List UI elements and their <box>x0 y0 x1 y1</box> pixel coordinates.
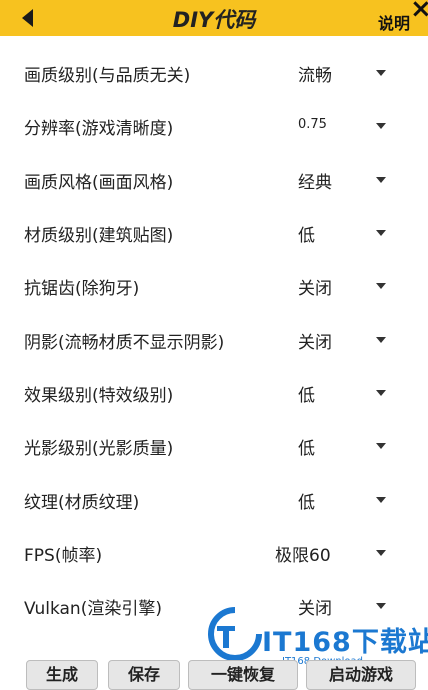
help-button[interactable]: 说明 <box>378 10 410 34</box>
setting-value: 经典 <box>298 173 332 193</box>
setting-value: 关闭 <box>298 279 332 299</box>
setting-value: 低 <box>298 439 315 459</box>
setting-row-effect-level[interactable]: 效果级别(特效级别) 低 <box>0 373 428 413</box>
page-title: DIY代码 <box>172 8 256 32</box>
setting-row-light-level[interactable]: 光影级别(光影质量) 低 <box>0 426 428 466</box>
setting-value: 极限60 <box>275 546 331 566</box>
dropdown-caret-icon[interactable] <box>376 443 386 449</box>
top-bar: DIY代码 说明 × <box>0 0 428 36</box>
dropdown-caret-icon[interactable] <box>376 390 386 396</box>
setting-label: 纹理(材质纹理) <box>24 493 140 513</box>
setting-row-texture-level[interactable]: 材质级别(建筑贴图) 低 <box>0 213 428 253</box>
close-icon[interactable]: × <box>410 0 428 24</box>
dropdown-caret-icon[interactable] <box>376 70 386 76</box>
setting-label: 效果级别(特效级别) <box>24 386 174 406</box>
setting-row-anti-aliasing[interactable]: 抗锯齿(除狗牙) 关闭 <box>0 266 428 306</box>
setting-label: 画质级别(与品质无关) <box>24 66 191 86</box>
launch-game-button[interactable]: 启动游戏 <box>306 660 416 690</box>
setting-label: 画质风格(画面风格) <box>24 173 174 193</box>
watermark-logo-icon <box>208 607 262 661</box>
setting-row-fps[interactable]: FPS(帧率) 极限60 <box>0 533 428 573</box>
setting-value: 低 <box>298 226 315 246</box>
setting-row-quality-level[interactable]: 画质级别(与品质无关) 流畅 <box>0 53 428 93</box>
setting-value: 流畅 <box>298 66 332 86</box>
dropdown-caret-icon[interactable] <box>376 550 386 556</box>
dropdown-caret-icon[interactable] <box>376 123 386 129</box>
setting-value: 关闭 <box>298 333 332 353</box>
setting-row-resolution[interactable]: 分辨率(游戏清晰度) 0.75 <box>0 106 428 146</box>
setting-label: FPS(帧率) <box>24 546 103 566</box>
restore-button[interactable]: 一键恢复 <box>188 660 298 690</box>
dropdown-caret-icon[interactable] <box>376 283 386 289</box>
save-button[interactable]: 保存 <box>108 660 180 690</box>
setting-label: Vulkan(渲染引擎) <box>24 599 162 619</box>
setting-value: 低 <box>298 386 315 406</box>
setting-label: 材质级别(建筑贴图) <box>24 226 174 246</box>
dropdown-caret-icon[interactable] <box>376 230 386 236</box>
dropdown-caret-icon[interactable] <box>376 603 386 609</box>
dropdown-caret-icon[interactable] <box>376 177 386 183</box>
setting-label: 阴影(流畅材质不显示阴影) <box>24 333 225 353</box>
dropdown-caret-icon[interactable] <box>376 337 386 343</box>
setting-value: 低 <box>298 493 315 513</box>
setting-row-shadow[interactable]: 阴影(流畅材质不显示阴影) 关闭 <box>0 320 428 360</box>
setting-label: 抗锯齿(除狗牙) <box>24 279 140 299</box>
setting-value: 关闭 <box>298 599 332 619</box>
setting-value: 0.75 <box>298 117 327 132</box>
setting-row-quality-style[interactable]: 画质风格(画面风格) 经典 <box>0 160 428 200</box>
generate-button[interactable]: 生成 <box>26 660 98 690</box>
dropdown-caret-icon[interactable] <box>376 497 386 503</box>
setting-label: 分辨率(游戏清晰度) <box>24 119 174 139</box>
watermark-brand: IT168下载站 <box>262 627 428 658</box>
setting-row-texture[interactable]: 纹理(材质纹理) 低 <box>0 480 428 520</box>
setting-label: 光影级别(光影质量) <box>24 439 174 459</box>
